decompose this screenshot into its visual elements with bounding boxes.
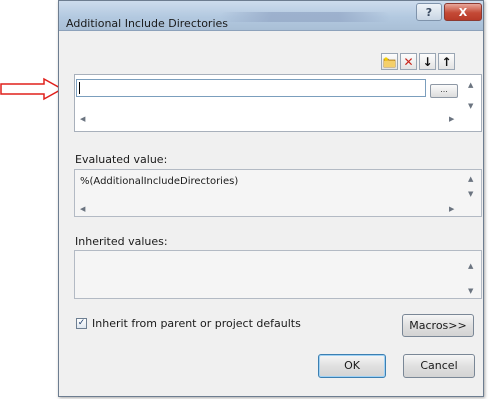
move-up-button[interactable]: ↑ [438, 53, 455, 70]
help-button[interactable]: ? [416, 3, 442, 21]
inherit-checkbox-label[interactable]: Inherit from parent or project defaults [92, 317, 301, 330]
evaluated-value-text: %(AdditionalIncludeDirectories) [80, 176, 239, 187]
eval-scroll-left-icon[interactable]: ◀ [80, 205, 85, 213]
inherited-values-box [74, 250, 482, 299]
delete-icon: ✕ [403, 54, 414, 69]
close-button[interactable]: X [444, 3, 482, 21]
new-line-folder-icon [383, 56, 396, 67]
title-bar-blur [220, 12, 390, 22]
inherit-checkbox[interactable]: ✓ [76, 318, 87, 329]
list-scroll-down-icon[interactable]: ▼ [468, 102, 473, 110]
move-up-icon: ↑ [441, 54, 452, 69]
dialog-title: Additional Include Directories [66, 17, 228, 30]
text-caret [79, 82, 80, 94]
eval-scroll-right-icon[interactable]: ▶ [449, 205, 454, 213]
move-down-icon: ↓ [422, 54, 433, 69]
directory-input[interactable] [76, 79, 426, 97]
move-down-button[interactable]: ↓ [419, 53, 436, 70]
eval-scroll-down-icon[interactable]: ▼ [468, 190, 473, 198]
inherited-scroll-down-icon[interactable]: ▼ [468, 287, 473, 295]
list-scroll-right-icon[interactable]: ▶ [449, 115, 454, 123]
annotation-arrow-left [0, 77, 64, 101]
ok-button[interactable]: OK [318, 354, 386, 378]
eval-scroll-up-icon[interactable]: ▲ [468, 175, 473, 183]
cancel-button[interactable]: Cancel [403, 354, 475, 378]
delete-button[interactable]: ✕ [400, 53, 417, 70]
evaluated-value-label: Evaluated value: [75, 153, 168, 166]
inherited-values-label: Inherited values: [75, 235, 168, 248]
inherited-scroll-up-icon[interactable]: ▲ [468, 262, 473, 270]
new-line-button[interactable] [381, 53, 398, 70]
list-scroll-left-icon[interactable]: ◀ [80, 115, 85, 123]
macros-button[interactable]: Macros>> [402, 314, 474, 337]
browse-button[interactable]: ... [430, 84, 458, 98]
list-scroll-up-icon[interactable]: ▲ [468, 81, 473, 89]
